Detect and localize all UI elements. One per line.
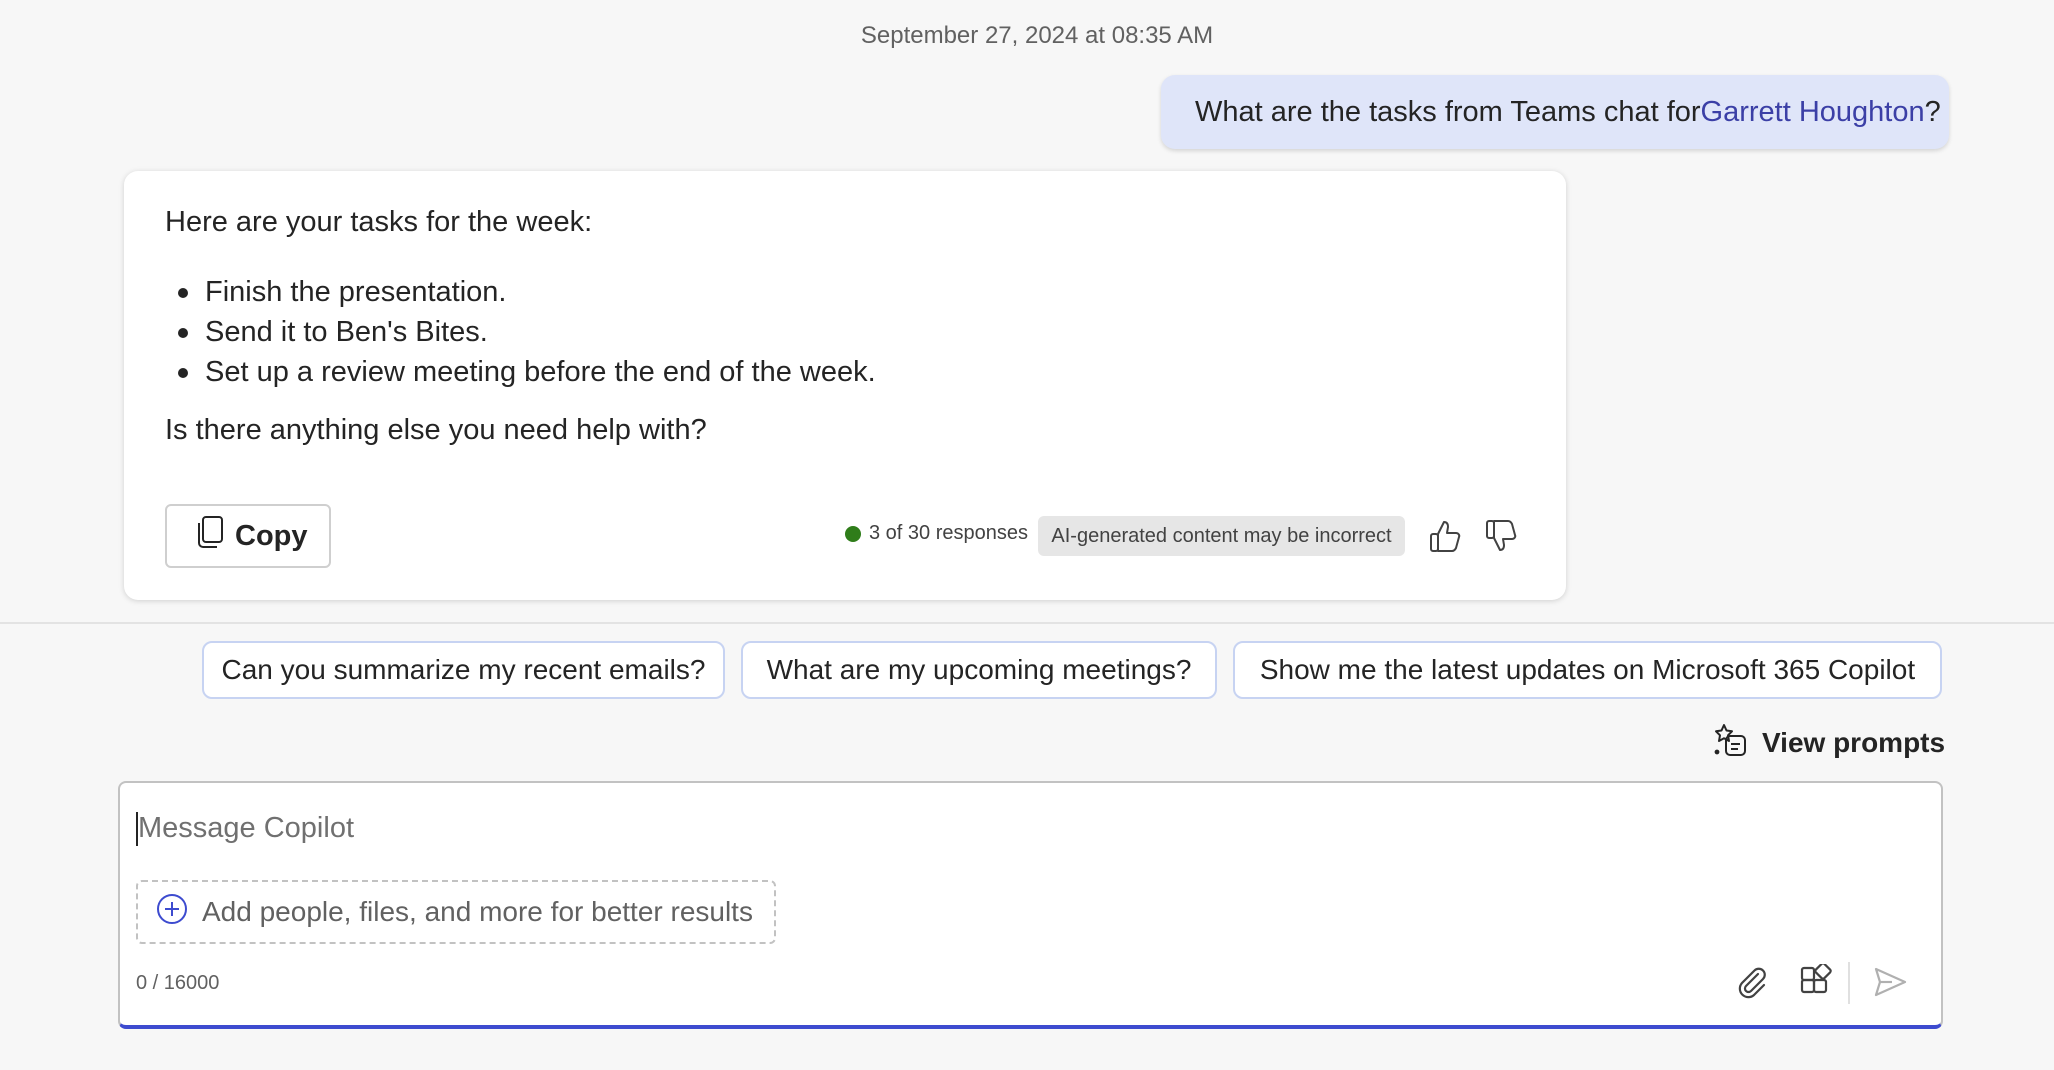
list-item: Set up a review meeting before the end o… [165,352,876,392]
list-item: Finish the presentation. [165,272,876,312]
task-list: Finish the presentation. Send it to Ben'… [165,272,876,392]
copy-button-label: Copy [235,519,308,552]
paperclip-icon[interactable] [1734,964,1770,1000]
plus-circle-icon [156,893,188,932]
text-caret [136,812,138,846]
suggestion-chip-summarize-emails[interactable]: Can you summarize my recent emails? [202,641,725,699]
status-dot [845,525,861,542]
add-context-button[interactable]: Add people, files, and more for better r… [136,880,776,944]
user-message-suffix: ? [1924,95,1941,128]
copy-icon [195,515,225,557]
thumbs-up-icon[interactable] [1428,518,1462,554]
ai-disclaimer-badge: AI-generated content may be incorrect [1038,516,1405,556]
response-outro: Is there anything else you need help wit… [165,414,707,446]
response-intro: Here are your tasks for the week: [165,206,593,238]
list-item: Send it to Ben's Bites. [165,312,876,352]
suggestion-chip-upcoming-meetings[interactable]: What are my upcoming meetings? [741,641,1217,699]
send-icon[interactable] [1872,964,1908,1000]
user-message-bubble: What are the tasks from Teams chat for G… [1161,75,1949,149]
toolbar-separator [1848,962,1850,1004]
add-context-label: Add people, files, and more for better r… [202,896,753,927]
apps-grid-icon[interactable] [1798,962,1834,1000]
character-counter: 0 / 16000 [136,972,220,994]
message-timestamp: September 27, 2024 at 08:35 AM [860,22,1214,49]
prompt-sparkle-icon [1712,722,1748,765]
copy-button[interactable]: Copy [165,504,331,568]
suggestion-chip-copilot-updates[interactable]: Show me the latest updates on Microsoft … [1233,641,1942,699]
response-count-text: 3 of 30 responses [869,522,1028,544]
thumbs-down-icon[interactable] [1484,518,1518,554]
view-prompts-label: View prompts [1762,727,1946,758]
message-input[interactable] [136,806,1916,850]
person-mention[interactable]: Garrett Houghton [1701,96,1925,129]
response-counter: 3 of 30 responses [845,522,1028,545]
view-prompts-button[interactable]: View prompts [1712,722,1946,765]
divider [0,622,2054,624]
user-message-text: What are the tasks from Teams chat for [1195,95,1701,128]
